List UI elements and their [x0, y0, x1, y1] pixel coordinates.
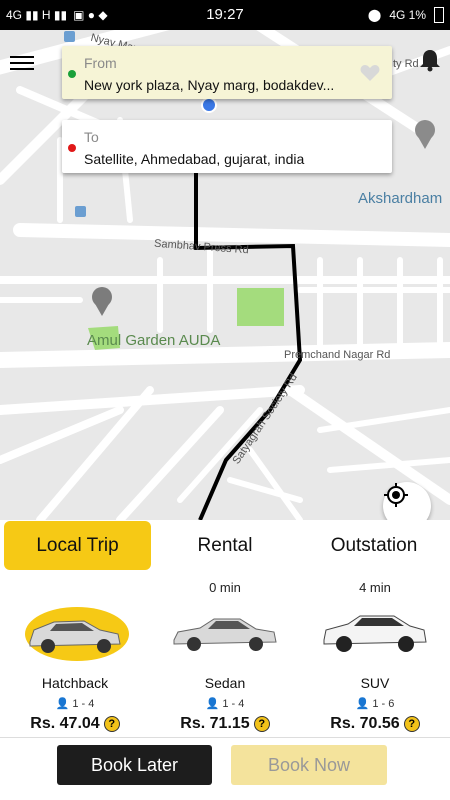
car-eta: 0 min: [209, 580, 241, 595]
tab-rental[interactable]: Rental: [175, 520, 275, 572]
map-label-amul-garden: Amul Garden AUDA: [87, 332, 221, 349]
person-icon: 👤: [355, 698, 370, 710]
sedan-car-icon: [173, 618, 277, 651]
favorite-heart-icon[interactable]: [360, 64, 380, 82]
tab-outstation[interactable]: Outstation: [315, 520, 433, 572]
price-info-icon[interactable]: ?: [103, 715, 120, 732]
menu-icon[interactable]: [10, 52, 34, 72]
battery-status: 4G 1%: [389, 8, 426, 22]
location-icon: ⬤: [367, 8, 382, 22]
car-price: Rs. 70.56?: [300, 715, 450, 733]
book-later-button[interactable]: Book Later: [57, 745, 212, 785]
car-options: Hatchback 👤 1 - 4 Rs. 47.04? 0 min Sedan…: [0, 572, 450, 738]
pickup-value: New york plaza, Nyay marg, bodakdev...: [84, 77, 335, 93]
car-name: Hatchback: [41, 675, 109, 691]
status-right: ⬤ 4G 1%: [368, 0, 444, 30]
suv-car-icon: [323, 615, 427, 652]
book-now-button[interactable]: Book Now: [231, 745, 387, 785]
car-name: SUV: [360, 675, 390, 691]
person-icon: 👤: [205, 698, 220, 710]
road-label-premchand: Premchand Nagar Rd: [284, 349, 391, 361]
car-eta: 4 min: [359, 580, 391, 595]
gps-target-icon: [384, 483, 408, 507]
notification-bell-icon[interactable]: [419, 48, 441, 72]
price-info-icon[interactable]: ?: [403, 715, 420, 732]
car-option-sedan[interactable]: 0 min Sedan 👤 1 - 4 Rs. 71.15?: [150, 572, 300, 738]
map-view[interactable]: Akshardham Amul Garden AUDA Sambhav Pres…: [0, 30, 450, 520]
trip-type-tabs: Local Trip Rental Outstation: [0, 520, 450, 572]
road-label-city: ty Rd: [393, 58, 419, 70]
drop-label: To: [84, 129, 99, 145]
divider: [0, 737, 450, 738]
drop-value: Satellite, Ahmedabad, gujarat, india: [84, 151, 305, 167]
map-label-akshardham: Akshardham: [358, 190, 443, 207]
status-bar: 4G ▮▮ H ▮▮ ▣ ● ◆ 19:27 ⬤ 4G 1%: [0, 0, 450, 30]
hatchback-car-icon: [25, 607, 129, 661]
car-seats: 👤 1 - 4: [205, 698, 245, 710]
car-option-suv[interactable]: 4 min SUV 👤 1 - 6 Rs. 70.56?: [300, 572, 450, 738]
battery-icon: [434, 7, 444, 23]
car-name: Sedan: [204, 675, 246, 691]
pickup-label: From: [84, 55, 117, 71]
car-price: Rs. 71.15?: [150, 715, 300, 733]
pickup-dot-icon: [68, 70, 76, 78]
current-location-marker: [201, 97, 217, 113]
map-roads: [0, 30, 450, 520]
car-option-hatchback[interactable]: Hatchback 👤 1 - 4 Rs. 47.04?: [0, 572, 150, 738]
pickup-location-card[interactable]: From New york plaza, Nyay marg, bodakdev…: [62, 46, 392, 99]
park-area: [237, 288, 284, 326]
drop-dot-icon: [68, 144, 76, 152]
drop-location-card[interactable]: To Satellite, Ahmedabad, gujarat, india: [62, 120, 392, 173]
car-price: Rs. 47.04?: [0, 715, 150, 733]
tab-local-trip[interactable]: Local Trip: [4, 521, 151, 570]
car-seats: 👤 1 - 4: [55, 698, 95, 710]
person-icon: 👤: [55, 698, 70, 710]
price-info-icon[interactable]: ?: [253, 715, 270, 732]
car-seats: 👤 1 - 6: [355, 698, 395, 710]
